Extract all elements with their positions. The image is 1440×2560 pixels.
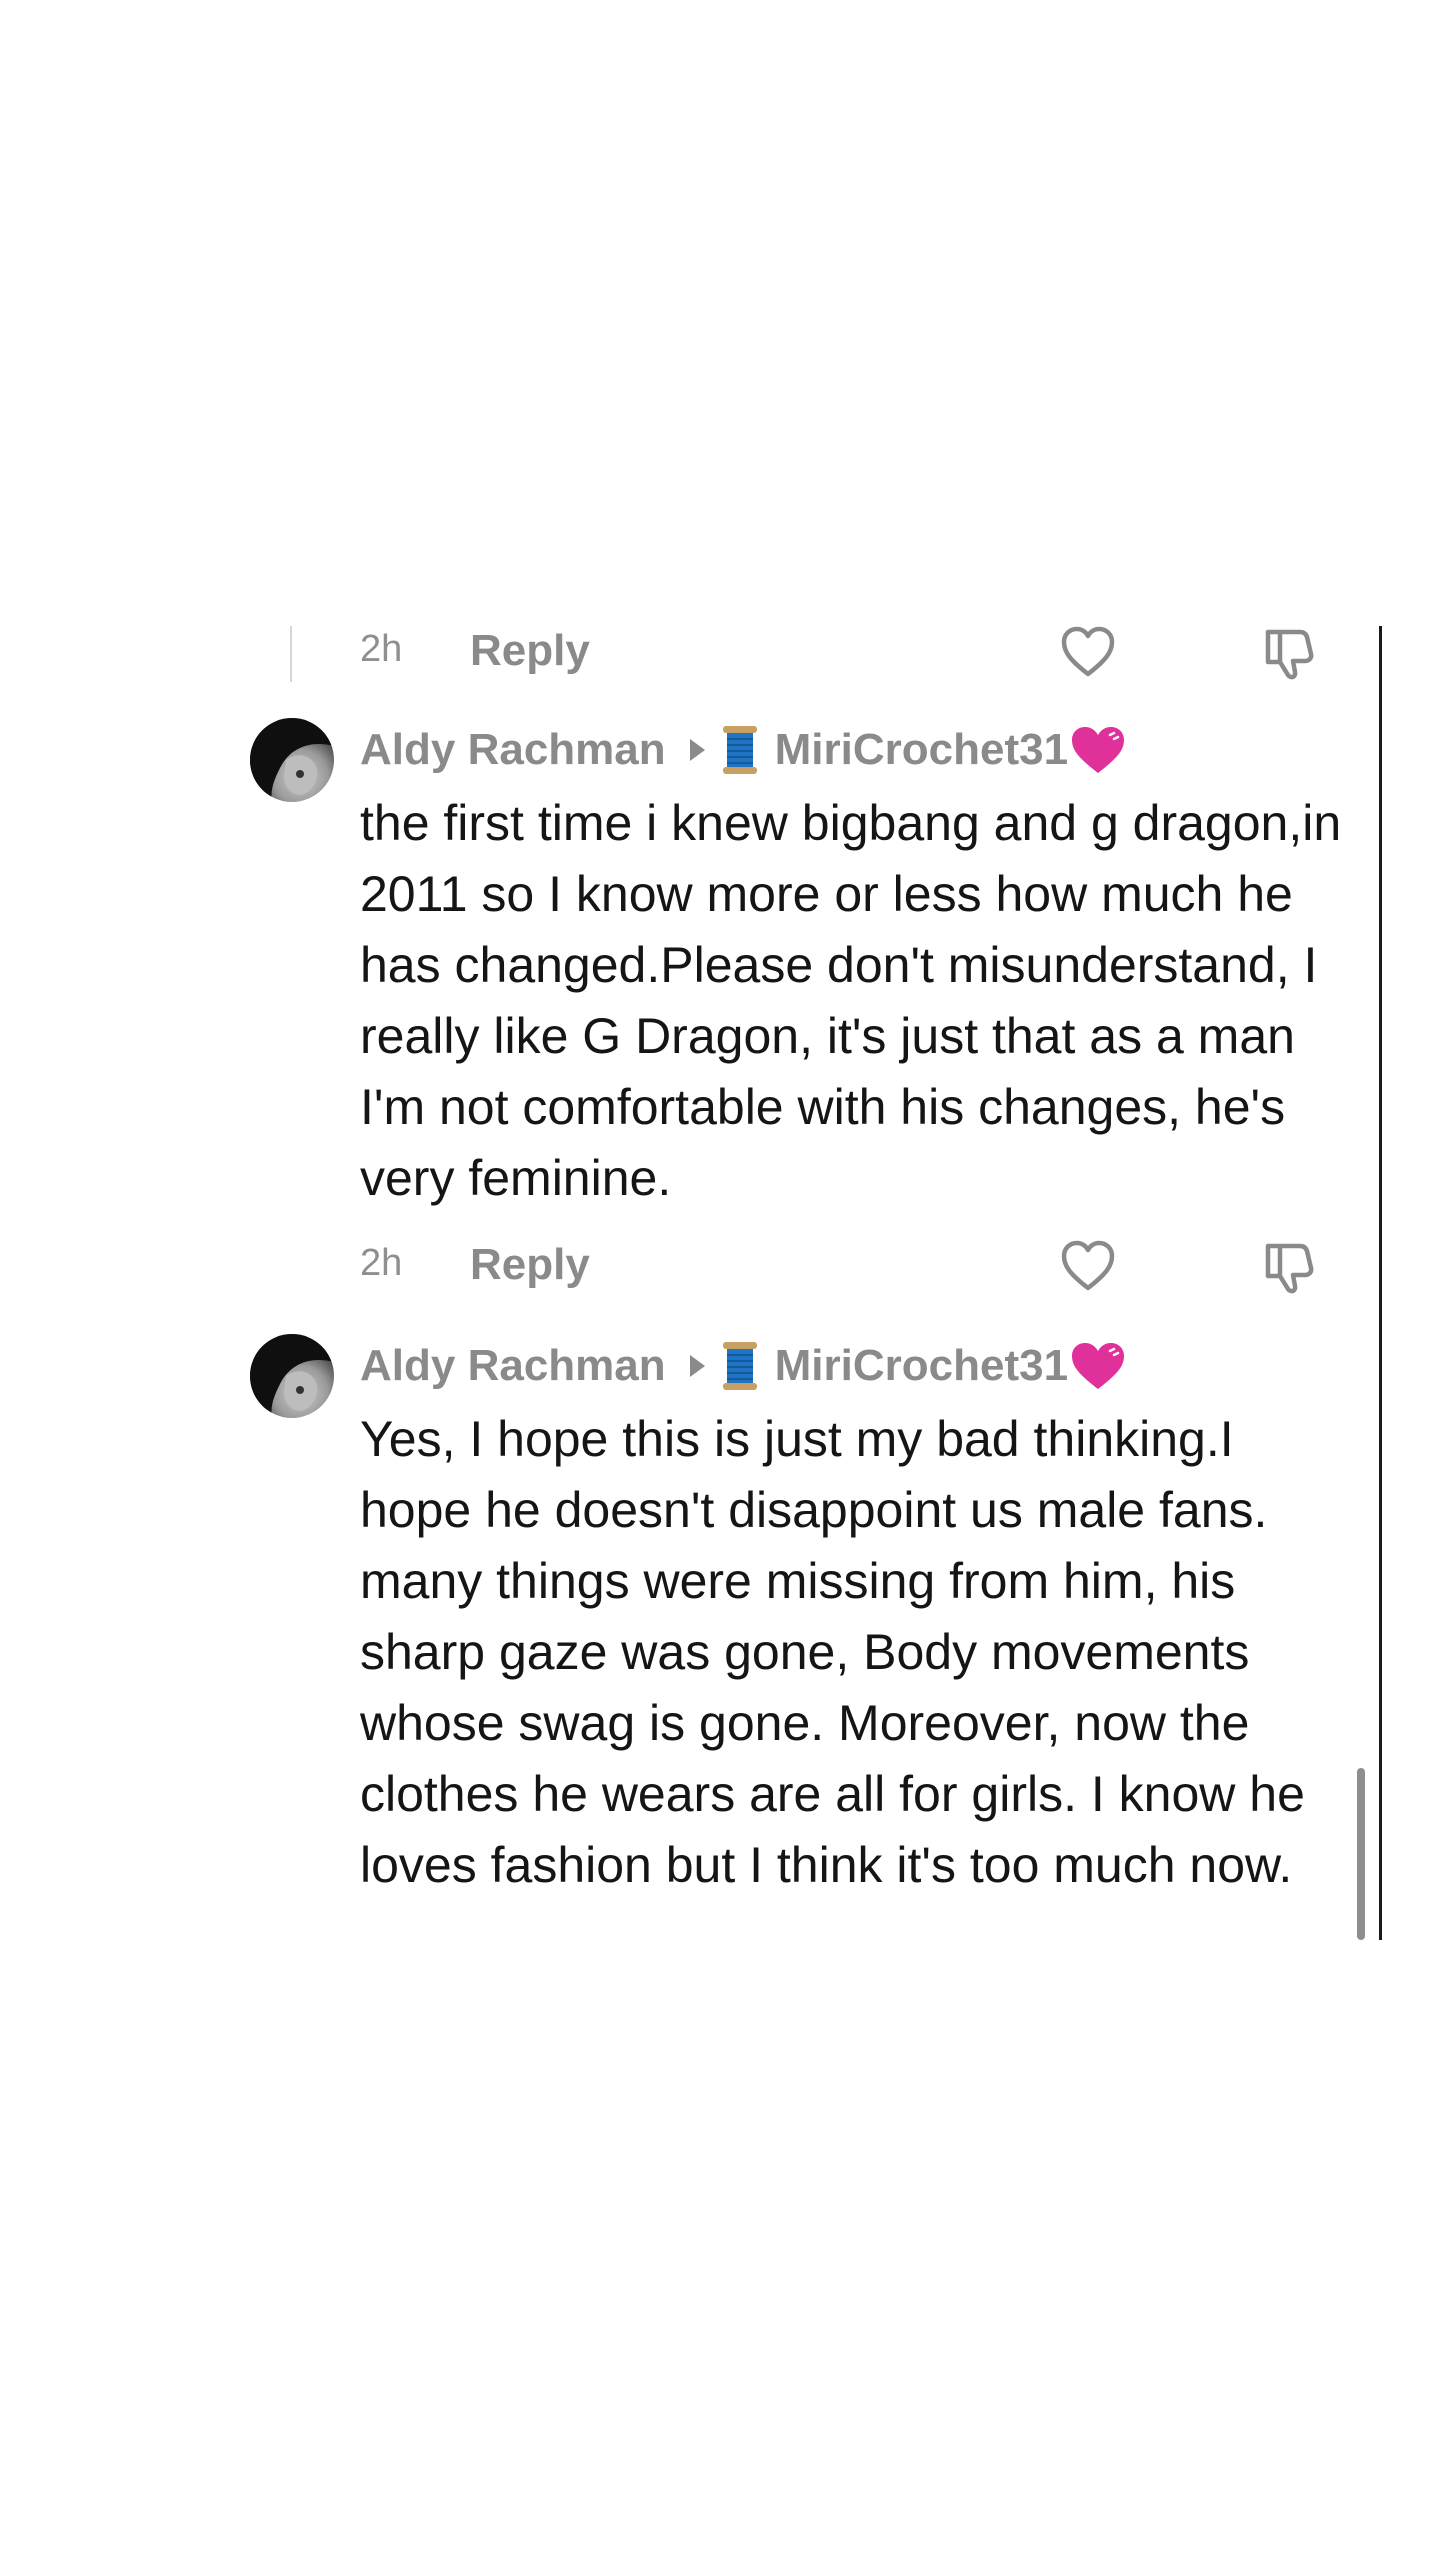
comment-header: Aldy Rachman MiriCrochet31 (360, 1334, 1126, 1398)
pink-heart-emoji (1070, 1341, 1126, 1391)
reply-recipient[interactable]: MiriCrochet31 (775, 1341, 1068, 1391)
thread-spool-emoji (719, 724, 761, 776)
comment-text: the first time i knew bigbang and g drag… (360, 795, 1342, 1206)
comment-text: Yes, I hope this is just my bad thinking… (360, 1411, 1305, 1893)
comment-item: Aldy Rachman MiriCrochet31 Yes, I hope t… (250, 1334, 1350, 1942)
comment-author[interactable]: Aldy Rachman (360, 1341, 666, 1391)
comment-meta-row: 2h Reply (360, 622, 1360, 682)
reply-recipient[interactable]: MiriCrochet31 (775, 725, 1068, 775)
thumbs-down-outline-icon (1265, 1243, 1314, 1294)
like-button[interactable] (1058, 1236, 1118, 1296)
avatar-image (250, 718, 334, 802)
comment-meta-row: 2h Reply (360, 1236, 1360, 1296)
heart-outline-icon (1061, 626, 1115, 677)
reply-button[interactable]: Reply (470, 626, 590, 676)
dislike-button[interactable] (1260, 622, 1320, 682)
thumbs-down-outline-icon (1265, 629, 1314, 680)
like-button[interactable] (1058, 622, 1118, 682)
comment-timestamp: 2h (360, 628, 403, 670)
comment-timestamp: 2h (360, 1242, 403, 1284)
comment-header: Aldy Rachman MiriCrochet31 (360, 718, 1126, 782)
comment-author[interactable]: Aldy Rachman (360, 725, 666, 775)
scrollbar-thumb[interactable] (1357, 1768, 1365, 1940)
avatar-image (250, 1334, 334, 1418)
thread-spool-emoji (719, 1340, 761, 1392)
thread-connector-line (290, 626, 292, 682)
heart-outline-icon (1061, 1240, 1115, 1291)
play-triangle-icon (689, 1355, 705, 1377)
reply-button[interactable]: Reply (470, 1240, 590, 1290)
panel-edge-rule (1379, 626, 1382, 1940)
avatar[interactable] (250, 1334, 334, 1418)
pink-heart-emoji (1070, 725, 1126, 775)
avatar[interactable] (250, 718, 334, 802)
dislike-button[interactable] (1260, 1236, 1320, 1296)
play-triangle-icon (689, 739, 705, 761)
comment-item: Aldy Rachman MiriCrochet31 the first tim… (250, 718, 1350, 1228)
